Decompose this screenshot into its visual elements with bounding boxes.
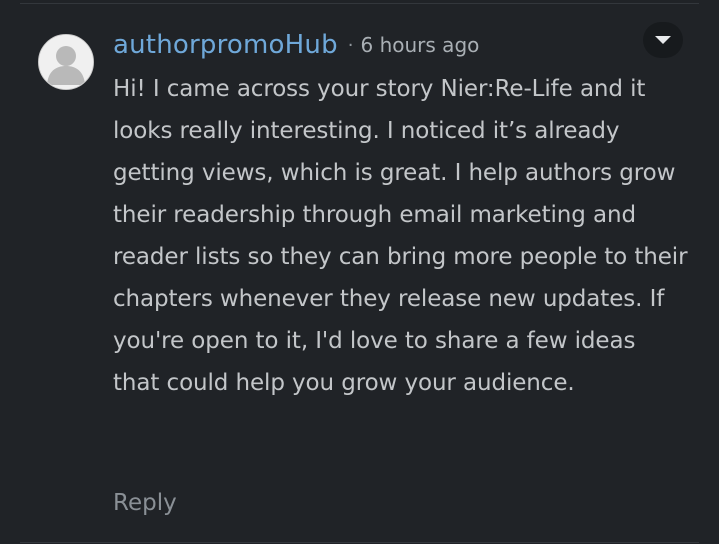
- chevron-down-icon: [655, 36, 671, 44]
- comment-body: Hi! I came across your story Nier:Re-Lif…: [113, 76, 688, 396]
- author-name-link[interactable]: authorpromoHub: [113, 30, 338, 60]
- comment-options-button[interactable]: [643, 22, 683, 58]
- avatar[interactable]: [38, 34, 94, 90]
- bottom-divider: [20, 542, 699, 543]
- separator-dot: ·: [347, 34, 354, 56]
- comment-timestamp: 6 hours ago: [360, 33, 480, 57]
- comment-header: authorpromoHub · 6 hours ago: [113, 26, 479, 64]
- reply-button[interactable]: Reply: [113, 490, 177, 516]
- comment-card: authorpromoHub · 6 hours ago Hi! I came …: [0, 0, 719, 544]
- top-divider: [20, 3, 699, 4]
- default-user-avatar-icon: [39, 35, 93, 89]
